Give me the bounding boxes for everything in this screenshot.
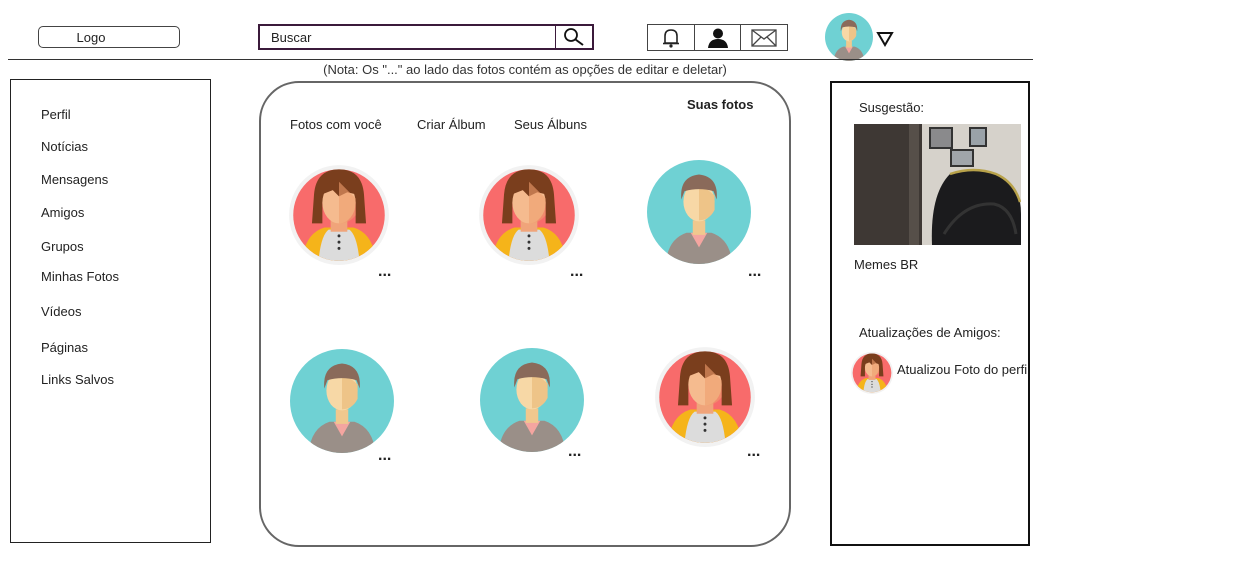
avatar[interactable] <box>825 13 873 61</box>
mail-icon <box>751 28 777 47</box>
sidebar-item-perfil[interactable]: Perfil <box>41 107 71 122</box>
friend-update-text[interactable]: Atualizou Foto do perfil <box>897 362 1028 377</box>
sidebar-item-links-salvos[interactable]: Links Salvos <box>41 372 114 387</box>
header-divider <box>8 59 1033 60</box>
sidebar-item-paginas[interactable]: Páginas <box>41 340 88 355</box>
profile-button[interactable] <box>693 25 741 50</box>
photo-options-button[interactable]: ... <box>568 443 581 461</box>
friend-avatar[interactable] <box>850 350 894 399</box>
suggestion-name[interactable]: Memes BR <box>854 257 918 272</box>
photo-options-button[interactable]: ... <box>748 263 761 281</box>
photo-item[interactable] <box>653 343 757 452</box>
sidebar-item-noticias[interactable]: Notícias <box>41 139 88 154</box>
sidebar-item-grupos[interactable]: Grupos <box>41 239 84 254</box>
suggestion-image[interactable] <box>854 124 1021 245</box>
photo-options-button[interactable]: ... <box>570 263 583 281</box>
search-input[interactable] <box>260 26 558 48</box>
sidebar: Perfil Notícias Mensagens Amigos Grupos … <box>10 79 211 543</box>
updates-title: Atualizações de Amigos: <box>859 325 1001 340</box>
photo-item[interactable] <box>480 348 584 457</box>
header-icon-bar <box>647 24 788 51</box>
sidebar-item-mensagens[interactable]: Mensagens <box>41 172 108 187</box>
search-icon <box>564 28 584 46</box>
user-icon <box>707 28 728 48</box>
photo-item[interactable] <box>647 160 751 269</box>
bell-icon <box>662 28 679 48</box>
photo-item[interactable] <box>290 349 394 458</box>
sidebar-item-videos[interactable]: Vídeos <box>41 304 81 319</box>
logo[interactable]: Logo <box>38 26 180 48</box>
messages-button[interactable] <box>740 25 787 50</box>
photo-options-button[interactable]: ... <box>378 447 391 465</box>
search-button[interactable] <box>555 26 592 48</box>
photo-options-button[interactable]: ... <box>378 263 391 281</box>
account-menu-dropdown[interactable] <box>876 31 894 52</box>
tab-fotos-com-voce[interactable]: Fotos com você <box>290 117 382 132</box>
photo-item[interactable] <box>287 161 391 270</box>
suggestion-title: Susgestão: <box>859 100 925 115</box>
search-bar <box>258 24 594 50</box>
photo-item[interactable] <box>477 161 581 270</box>
notifications-button[interactable] <box>648 25 694 50</box>
sidebar-item-minhas-fotos[interactable]: Minhas Fotos <box>41 269 119 284</box>
photo-gallery: Suas fotos Fotos com você Criar Álbum Se… <box>259 81 791 547</box>
right-panel: Susgestão: Memes BR Atualizações de Amig… <box>830 81 1030 546</box>
tab-seus-albuns[interactable]: Seus Álbuns <box>514 117 587 132</box>
note-text: (Nota: Os "..." ao lado das fotos contém… <box>323 62 727 77</box>
dropdown-triangle-icon <box>876 32 894 47</box>
sidebar-item-amigos[interactable]: Amigos <box>41 205 84 220</box>
tab-criar-album[interactable]: Criar Álbum <box>417 117 486 132</box>
gallery-title: Suas fotos <box>687 97 754 112</box>
photo-options-button[interactable]: ... <box>747 443 760 461</box>
